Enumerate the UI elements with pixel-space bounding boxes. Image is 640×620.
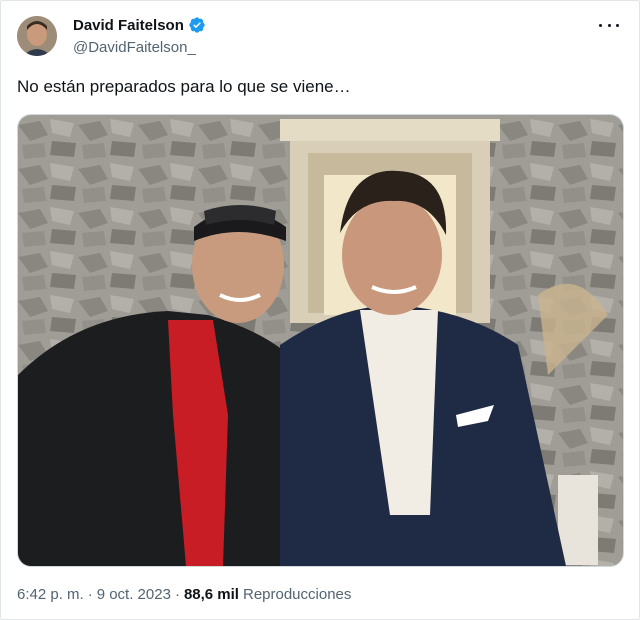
more-options-icon[interactable] xyxy=(599,18,619,32)
tweet-time[interactable]: 6:42 p. m. xyxy=(17,586,84,603)
meta-separator: · xyxy=(87,586,93,603)
tweet-photo[interactable] xyxy=(17,114,624,567)
author-name[interactable]: David Faitelson xyxy=(73,17,184,34)
author-handle[interactable]: @DavidFaitelson_ xyxy=(73,39,196,56)
views-label: Reproducciones xyxy=(242,586,352,603)
verified-badge-icon xyxy=(189,17,205,33)
tweet-meta: 6:42 p. m. · 9 oct. 2023 · 88,6 mil Repr… xyxy=(17,586,351,603)
avatar[interactable] xyxy=(17,16,57,56)
photo-two-men xyxy=(18,115,623,566)
tweet-date[interactable]: 9 oct. 2023 xyxy=(97,586,171,603)
tweet-text: No están preparados para lo que se viene… xyxy=(17,77,351,96)
meta-separator: · xyxy=(174,586,180,603)
tweet-card[interactable]: David Faitelson @DavidFaitelson_ No está… xyxy=(0,0,640,620)
views-count: 88,6 mil xyxy=(183,586,239,603)
avatar-image xyxy=(17,16,57,56)
